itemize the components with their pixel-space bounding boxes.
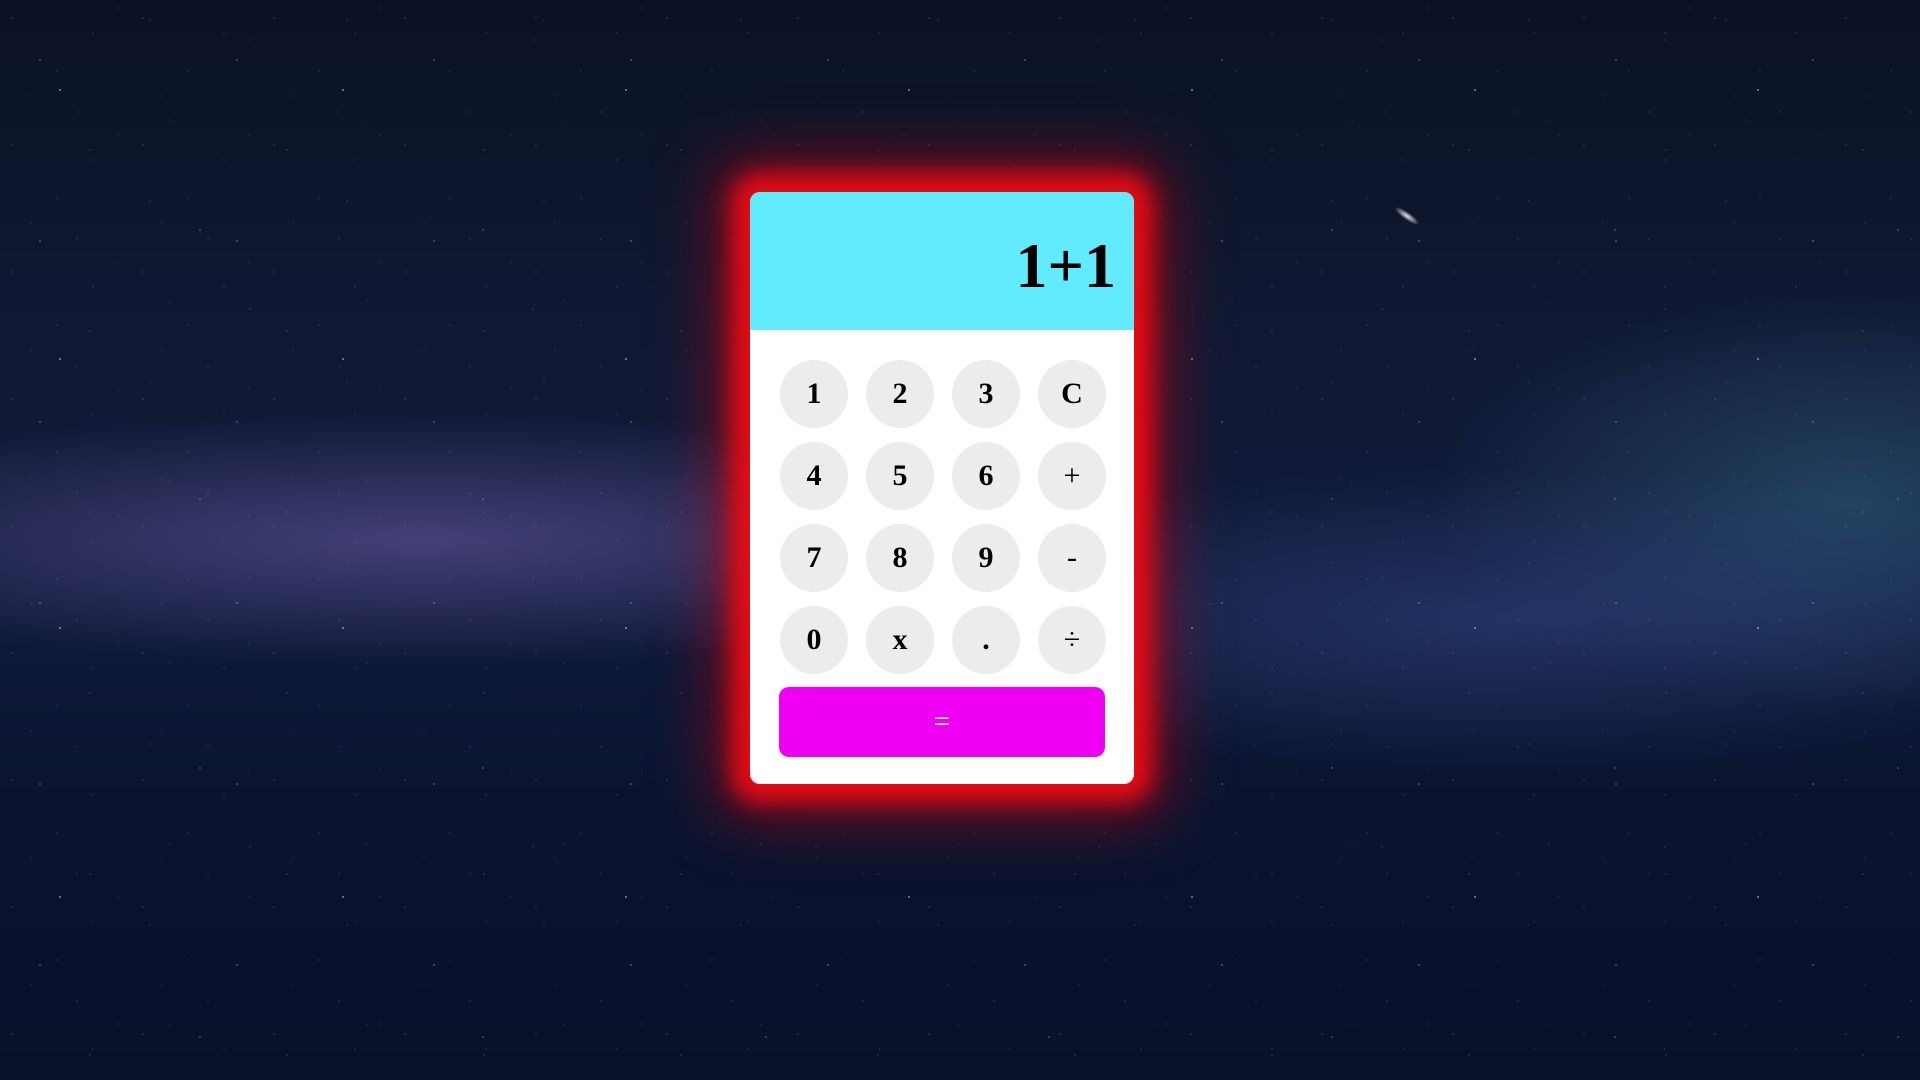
key-8[interactable]: 8 bbox=[866, 524, 934, 592]
key-9[interactable]: 9 bbox=[952, 524, 1020, 592]
key-5[interactable]: 5 bbox=[866, 442, 934, 510]
divide-button[interactable]: ÷ bbox=[1038, 606, 1106, 674]
multiply-button[interactable]: x bbox=[866, 606, 934, 674]
decimal-button[interactable]: . bbox=[952, 606, 1020, 674]
key-1[interactable]: 1 bbox=[780, 360, 848, 428]
equals-button[interactable]: = bbox=[779, 687, 1105, 757]
clear-button[interactable]: C bbox=[1038, 360, 1106, 428]
display-value: 1+1 bbox=[1015, 230, 1116, 301]
minus-button[interactable]: - bbox=[1038, 524, 1106, 592]
key-7[interactable]: 7 bbox=[780, 524, 848, 592]
plus-button[interactable]: + bbox=[1038, 442, 1106, 510]
key-2[interactable]: 2 bbox=[866, 360, 934, 428]
calculator-display: 1+1 bbox=[750, 192, 1134, 330]
key-6[interactable]: 6 bbox=[952, 442, 1020, 510]
key-0[interactable]: 0 bbox=[780, 606, 848, 674]
key-4[interactable]: 4 bbox=[780, 442, 848, 510]
calculator: 1+1 1 2 3 C 4 5 6 + 7 8 9 - 0 x . ÷ = bbox=[750, 192, 1134, 784]
page: { "calculator": { "display": "1+1", "key… bbox=[0, 0, 1920, 1080]
distant-galaxy bbox=[1392, 204, 1422, 228]
key-3[interactable]: 3 bbox=[952, 360, 1020, 428]
